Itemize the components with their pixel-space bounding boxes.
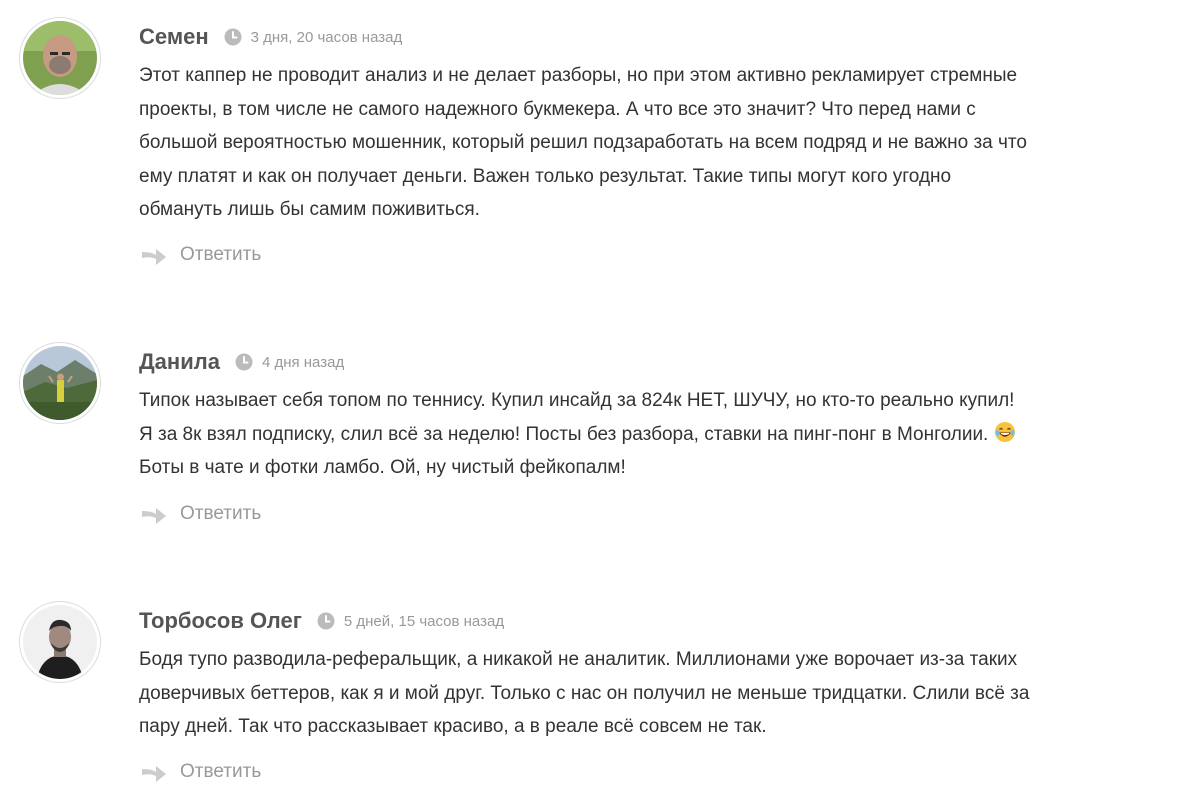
- clock-icon: [317, 612, 335, 630]
- avatar[interactable]: [19, 17, 101, 99]
- user-photo-man-black-white: [23, 605, 97, 679]
- reply-arrow-icon: [140, 761, 168, 783]
- comment-meta: Данила 4 дня назад: [139, 348, 344, 376]
- reply-arrow-icon: [140, 503, 168, 525]
- reply-arrow-icon: [140, 244, 168, 266]
- comment-text: Бодя тупо разводила-реферальщик, а никак…: [139, 643, 1169, 744]
- comment-line: пару дней. Так что рассказывает красиво,…: [139, 716, 767, 738]
- author-name[interactable]: Данила: [139, 349, 220, 375]
- comment-line: ему платят и как он получает деньги. Важ…: [139, 165, 952, 187]
- user-photo-bald-man: [23, 21, 97, 95]
- comment-time[interactable]: 4 дня назад: [262, 354, 344, 371]
- comment-time[interactable]: 5 дней, 15 часов назад: [344, 613, 504, 630]
- comment-line: большой вероятностью мошенник, который р…: [139, 132, 1027, 154]
- reply-label: Ответить: [180, 761, 262, 782]
- comment-line: доверчивых беттеров, как я и мой друг. Т…: [139, 682, 1030, 704]
- comment-meta: Торбосов Олег 5 дней, 15 часов назад: [139, 607, 504, 635]
- comment-meta: Семен 3 дня, 20 часов назад: [139, 23, 402, 51]
- reply-button[interactable]: Ответить: [140, 240, 261, 270]
- reply-label: Ответить: [180, 244, 262, 265]
- comment-line-text: Я за 8к взял подписку, слил всё за недел…: [139, 423, 989, 445]
- clock-icon: [224, 28, 242, 46]
- author-name[interactable]: Семен: [139, 24, 209, 50]
- avatar[interactable]: [19, 601, 101, 683]
- comment-line: обмануть лишь бы самим поживиться.: [139, 199, 480, 221]
- clock-icon: [235, 353, 253, 371]
- comment-line: Бодя тупо разводила-реферальщик, а никак…: [139, 649, 1018, 670]
- avatar[interactable]: [19, 342, 101, 424]
- reply-button[interactable]: Ответить: [140, 499, 261, 529]
- comment-time[interactable]: 3 дня, 20 часов назад: [251, 29, 403, 46]
- comment-text: Этот каппер не проводит анализ и не дела…: [139, 59, 1169, 227]
- reply-label: Ответить: [180, 503, 262, 524]
- reply-button[interactable]: Ответить: [140, 757, 261, 787]
- comment-line: Боты в чате и фотки ламбо. Ой, ну чистый…: [139, 457, 626, 479]
- author-name[interactable]: Торбосов Олег: [139, 608, 302, 634]
- user-photo-mountains: [23, 346, 97, 420]
- laughing-emoji-icon: [994, 421, 1016, 443]
- comment-text: Типок называет себя топом по теннису. Ку…: [139, 384, 1169, 485]
- comment-line: проекты, в том числе не самого надежного…: [139, 98, 976, 120]
- comment-line: Типок называет себя топом по теннису. Ку…: [139, 390, 1015, 411]
- comment-line: Я за 8к взял подписку, слил всё за недел…: [139, 418, 1169, 452]
- comment-line: Этот каппер не проводит анализ и не дела…: [139, 65, 1018, 86]
